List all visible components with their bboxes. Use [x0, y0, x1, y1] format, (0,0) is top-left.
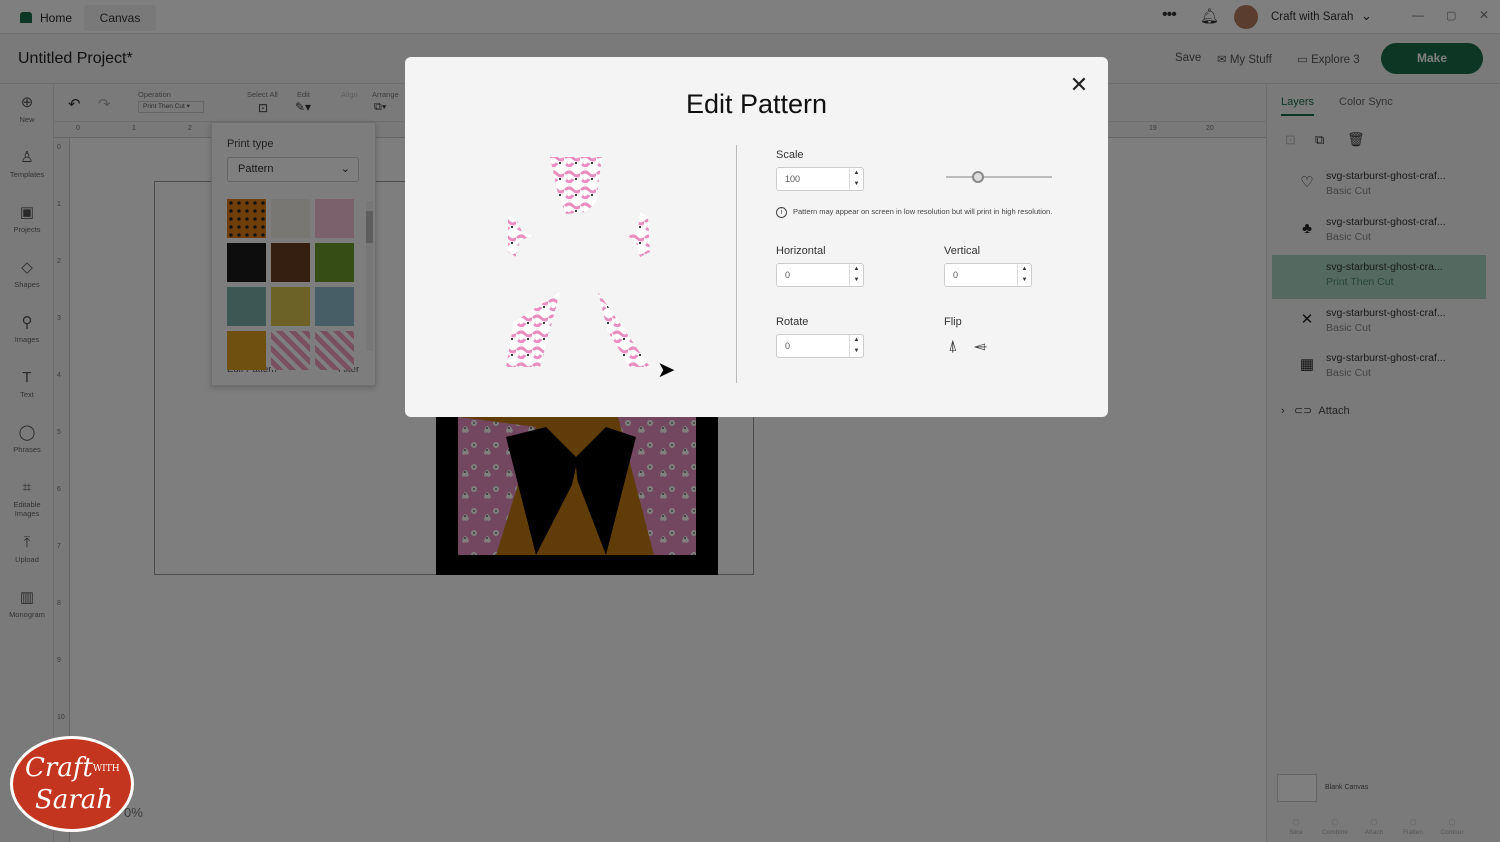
flip-vertical-icon[interactable]: ⍋ [972, 342, 990, 352]
vertical-value: 0 [953, 270, 959, 280]
scale-slider-thumb[interactable] [971, 171, 984, 183]
horizontal-value: 0 [785, 270, 791, 280]
info-icon: i [776, 207, 787, 218]
vertical-stepper[interactable]: ▲ ▼ [1017, 264, 1031, 286]
flip-label: Flip [944, 316, 962, 328]
info-note: i Pattern may appear on screen in low res… [776, 207, 1052, 218]
scale-slider[interactable] [946, 171, 1052, 183]
horizontal-label: Horizontal [776, 245, 826, 257]
logo-line1: CraftWITH [25, 753, 120, 783]
pattern-preview [500, 152, 660, 377]
pattern-preview-graphic [506, 157, 650, 367]
dialog-title: Edit Pattern [685, 89, 828, 119]
edit-pattern-dialog: Edit Pattern ✕ ➤ Scale 100 ▲ ▼ i Pattern ma… [405, 57, 1108, 417]
flip-horizontal-icon[interactable]: ⍋ [948, 338, 958, 356]
vertical-label: Vertical [944, 245, 981, 257]
horizontal-stepper[interactable]: ▲ ▼ [849, 264, 863, 286]
scale-value: 100 [785, 174, 801, 184]
dialog-divider [736, 145, 737, 383]
cursor-pointer-icon: ➤ [657, 357, 676, 382]
craft-with-sarah-logo: CraftWITH Sarah [10, 736, 134, 832]
rotate-input[interactable]: 0 ▲ ▼ [776, 334, 864, 358]
scale-label: Scale [776, 149, 804, 161]
rotate-label: Rotate [776, 316, 809, 328]
info-note-text: Pattern may appear on screen in low reso… [793, 207, 1053, 216]
horizontal-input[interactable]: 0 ▲ ▼ [776, 263, 864, 287]
rotate-stepper[interactable]: ▲ ▼ [849, 335, 863, 357]
scale-input[interactable]: 100 ▲ ▼ [776, 167, 864, 191]
scale-stepper[interactable]: ▲ ▼ [849, 168, 863, 190]
vertical-input[interactable]: 0 ▲ ▼ [944, 263, 1032, 287]
close-icon[interactable]: ✕ [1068, 74, 1090, 96]
logo-line2: Sarah [35, 785, 113, 815]
rotate-value: 0 [785, 341, 791, 351]
